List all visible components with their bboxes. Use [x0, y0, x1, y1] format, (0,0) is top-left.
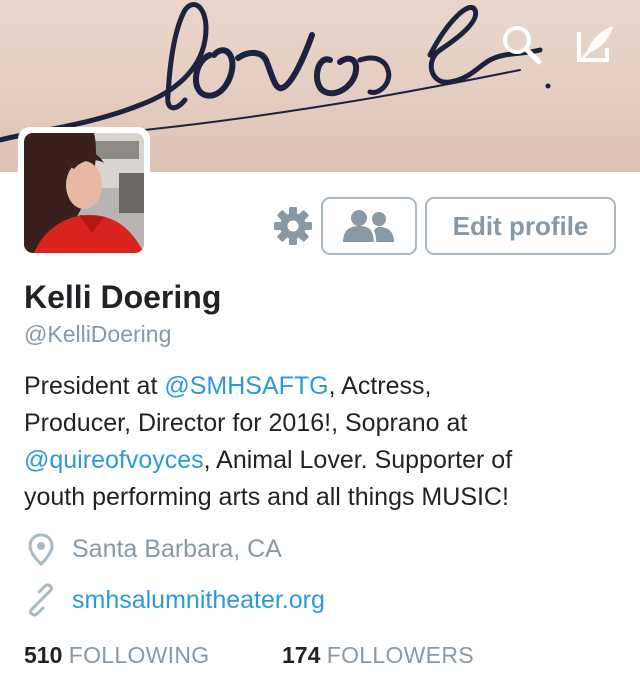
bio-line-2: Producer, Director for 2016!, Soprano at — [24, 409, 468, 437]
location-pin-icon — [28, 533, 54, 566]
avatar-frame — [18, 127, 150, 259]
search-icon[interactable] — [499, 22, 543, 66]
bio-line-3: @quireofvoyces, Animal Lover. Supporter … — [24, 442, 624, 479]
website-link[interactable]: smhsalumnitheater.org — [72, 586, 325, 615]
profile-website: smhsalumnitheater.org — [24, 583, 325, 617]
people-icon — [343, 210, 394, 243]
profile-name: Kelli Doering — [24, 279, 222, 315]
followers-label: FOLLOWERS — [326, 642, 474, 668]
following-stat[interactable]: 510 FOLLOWING — [24, 642, 209, 669]
profile-location: Santa Barbara, CA — [24, 532, 282, 566]
profile-bio: President at @SMHSAFTG, Actress, Produce… — [24, 368, 624, 516]
bio-text: , Animal Lover. Supporter of — [203, 446, 513, 474]
mention-link-quireofvoyces[interactable]: @quireofvoyces — [24, 446, 204, 474]
compose-icon[interactable] — [573, 22, 617, 66]
link-icon — [29, 583, 53, 617]
avatar-photo — [24, 133, 144, 253]
location-text: Santa Barbara, CA — [72, 534, 282, 563]
bio-line-4: youth performing arts and all things MUS… — [24, 483, 509, 511]
followers-count: 174 — [282, 642, 321, 668]
edit-profile-button[interactable]: Edit profile — [425, 197, 616, 255]
mention-link-smhsaftg[interactable]: @SMHSAFTG — [164, 372, 328, 400]
profile-handle: @KelliDoering — [24, 321, 172, 347]
bio-text: President at — [24, 372, 165, 400]
bio-text: , Actress, — [328, 372, 432, 400]
following-count: 510 — [24, 642, 63, 668]
followers-stat[interactable]: 174 FOLLOWERS — [282, 642, 474, 669]
following-label: FOLLOWING — [68, 642, 210, 668]
gear-icon[interactable] — [272, 205, 314, 247]
avatar[interactable] — [24, 133, 144, 253]
follow-people-button[interactable] — [321, 197, 417, 255]
edit-profile-label: Edit profile — [452, 210, 589, 241]
bio-line-1: President at @SMHSAFTG, Actress, — [24, 368, 624, 405]
